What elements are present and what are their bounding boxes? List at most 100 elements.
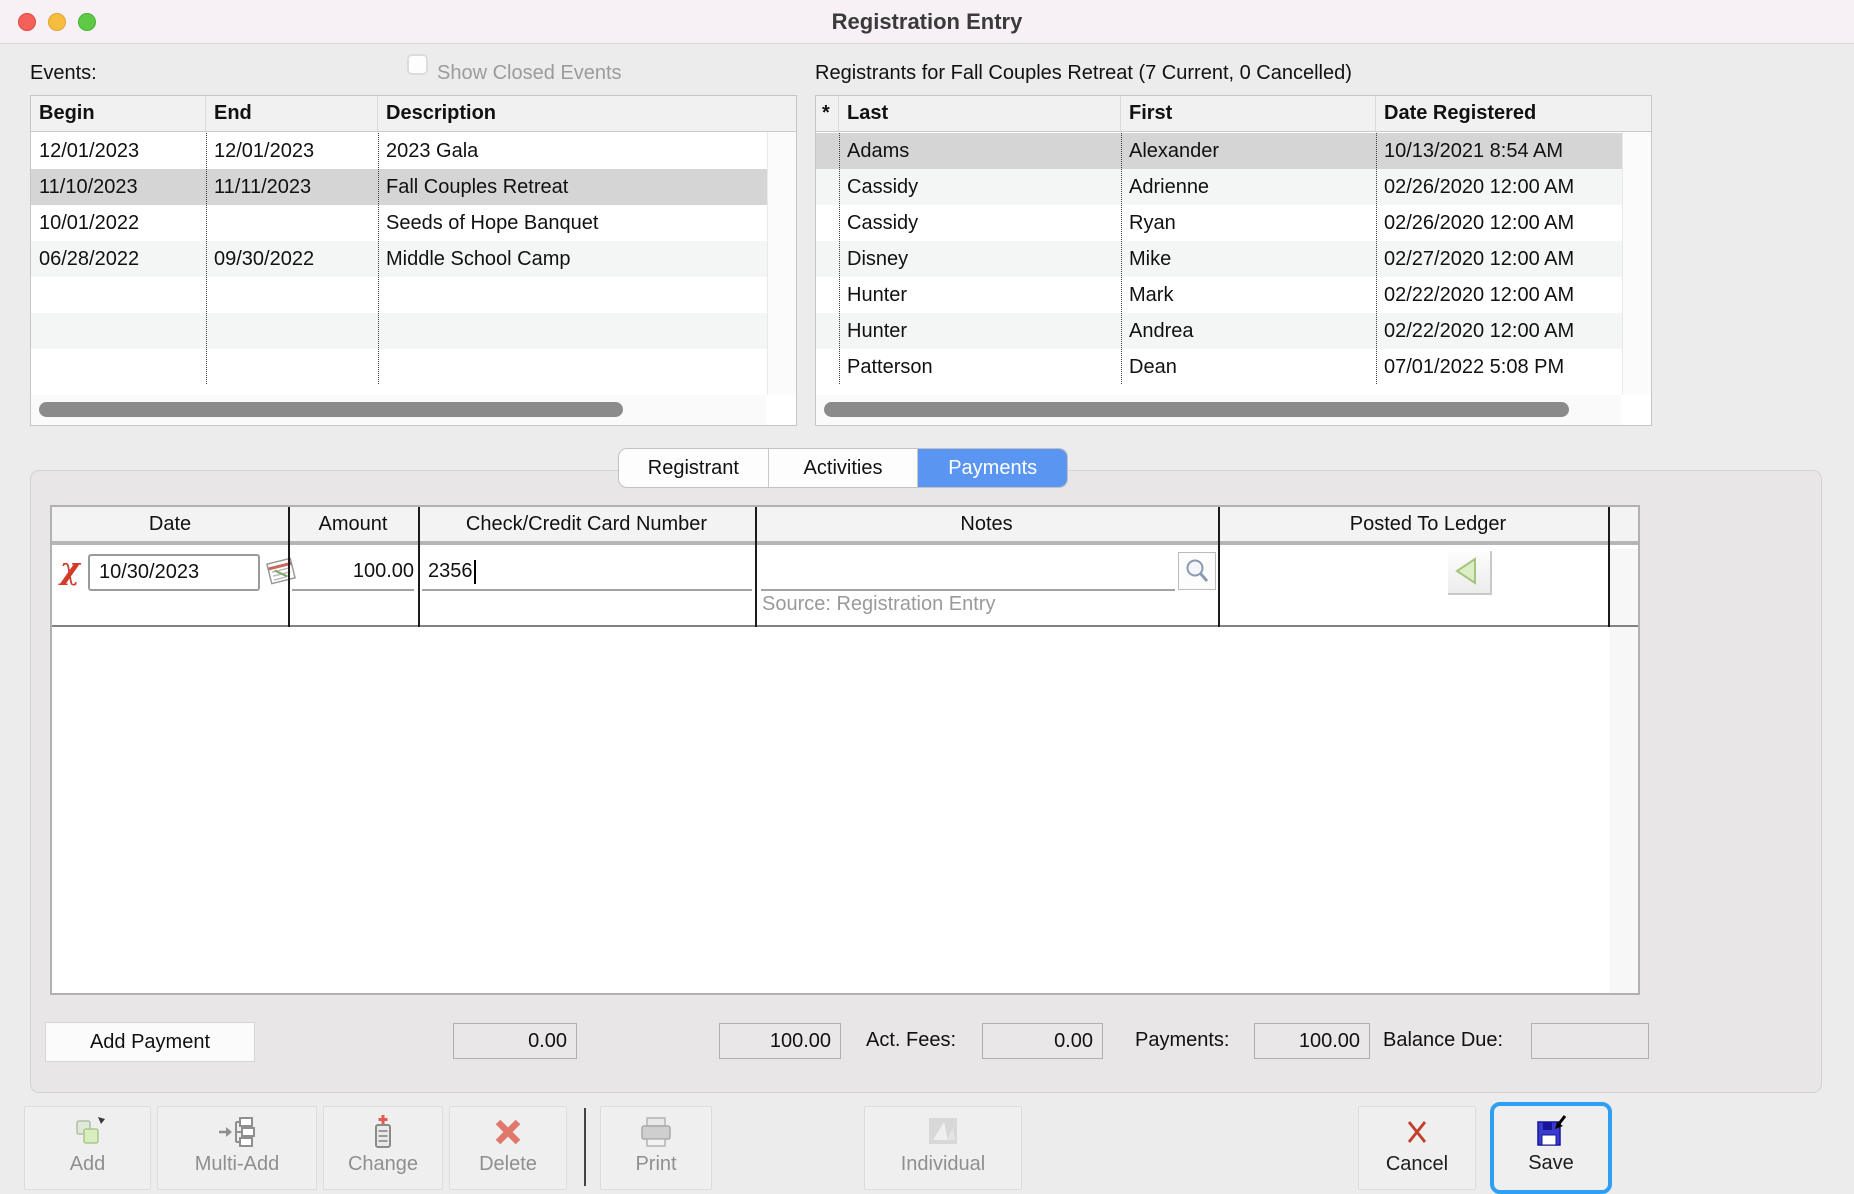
cancel-button[interactable]: Cancel [1358, 1106, 1476, 1190]
act-fees-label: Act. Fees: [866, 1029, 956, 1052]
column-header-notes: Notes [755, 507, 1218, 541]
column-divider [839, 133, 840, 384]
tab-payments[interactable]: Payments [918, 449, 1067, 487]
vertical-scrollbar-track[interactable] [1622, 132, 1651, 395]
events-table-body: 12/01/202312/01/20232023 Gala11/10/20231… [31, 133, 796, 385]
delete-payment-icon[interactable]: χ [60, 555, 80, 585]
show-closed-label: Show Closed Events [437, 62, 622, 85]
table-cell: 02/26/2020 12:00 AM [1376, 169, 1651, 205]
vertical-scrollbar-track[interactable] [767, 132, 796, 395]
change-icon [324, 1111, 442, 1153]
change-button[interactable]: Change [323, 1106, 443, 1190]
table-row[interactable]: HunterMark02/22/2020 12:00 AM [816, 277, 1651, 313]
posted-to-ledger-button[interactable] [1448, 551, 1492, 595]
column-header-begin[interactable]: Begin [31, 96, 206, 131]
column-header-star[interactable]: * [816, 96, 839, 131]
payments-total-field: 100.00 [1254, 1023, 1370, 1059]
column-divider [1376, 133, 1377, 384]
horizontal-scrollbar-track[interactable] [816, 395, 1621, 425]
column-divider [1218, 507, 1220, 627]
table-cell [816, 313, 839, 349]
vertical-scrollbar-track[interactable] [1610, 549, 1638, 993]
table-row[interactable]: 11/10/202311/11/2023Fall Couples Retreat [31, 169, 796, 205]
table-row[interactable]: CassidyAdrienne02/26/2020 12:00 AM [816, 169, 1651, 205]
table-cell: 10/01/2022 [31, 205, 206, 241]
balance-due-field [1531, 1023, 1649, 1059]
subtotal-left-field: 0.00 [453, 1023, 577, 1059]
tab-activities[interactable]: Activities [769, 449, 919, 487]
horizontal-scrollbar-thumb[interactable] [824, 402, 1569, 417]
table-cell [378, 313, 796, 349]
table-cell: Cassidy [839, 169, 1121, 205]
delete-button[interactable]: Delete [449, 1106, 567, 1190]
table-row[interactable]: PattersonDean07/01/2022 5:08 PM [816, 349, 1651, 385]
column-header-first[interactable]: First [1121, 96, 1376, 131]
table-cell: Hunter [839, 277, 1121, 313]
column-header-end[interactable]: End [206, 96, 378, 131]
horizontal-scrollbar-track[interactable] [31, 395, 766, 425]
table-cell: 12/01/2023 [206, 133, 378, 169]
table-cell: 07/01/2022 5:08 PM [1376, 349, 1651, 385]
table-cell: 02/27/2020 12:00 AM [1376, 241, 1651, 277]
column-header-amount: Amount [288, 507, 418, 541]
payment-check-number-input[interactable]: 2356 [422, 554, 752, 591]
column-header-last[interactable]: Last [839, 96, 1121, 131]
table-cell [206, 277, 378, 313]
print-button[interactable]: Print [600, 1106, 712, 1190]
table-row[interactable]: CassidyRyan02/26/2020 12:00 AM [816, 205, 1651, 241]
column-divider [418, 507, 420, 627]
table-cell [206, 313, 378, 349]
events-label: Events: [30, 62, 97, 85]
table-cell [378, 277, 796, 313]
add-payment-button[interactable]: Add Payment [45, 1022, 255, 1062]
table-cell: 2023 Gala [378, 133, 796, 169]
delete-x-icon [450, 1111, 566, 1153]
table-cell [378, 349, 796, 385]
table-cell: 06/28/2022 [31, 241, 206, 277]
ledger-triangle-icon [1451, 554, 1487, 590]
payment-date-input[interactable]: 10/30/2023 [88, 554, 260, 591]
table-row[interactable]: AdamsAlexander10/13/2021 8:54 AM [816, 133, 1651, 169]
table-cell: 11/10/2023 [31, 169, 206, 205]
table-row[interactable]: 10/01/2022 Seeds of Hope Banquet [31, 205, 796, 241]
notes-search-button[interactable] [1178, 552, 1216, 590]
detail-tabbar: Registrant Activities Payments [618, 448, 1068, 488]
horizontal-scrollbar-thumb[interactable] [39, 402, 623, 417]
table-row[interactable]: 06/28/202209/30/2022Middle School Camp [31, 241, 796, 277]
payments-table: Date Amount Check/Credit Card Number Not… [50, 505, 1640, 995]
registrants-title: Registrants for Fall Couples Retreat (7 … [815, 62, 1352, 85]
column-divider [1121, 133, 1122, 384]
table-cell: 10/13/2021 8:54 AM [1376, 133, 1651, 169]
table-cell [31, 349, 206, 385]
column-header-check-number: Check/Credit Card Number [418, 507, 755, 541]
table-cell: Ryan [1121, 205, 1376, 241]
tab-registrant[interactable]: Registrant [619, 449, 769, 487]
multi-add-button[interactable]: Multi-Add [157, 1106, 317, 1190]
column-header-description[interactable]: Description [378, 96, 796, 131]
table-cell [816, 241, 839, 277]
table-row[interactable]: HunterAndrea02/22/2020 12:00 AM [816, 313, 1651, 349]
registrants-table-header: * Last First Date Registered [816, 96, 1651, 132]
table-cell: Adams [839, 133, 1121, 169]
table-row[interactable]: DisneyMike02/27/2020 12:00 AM [816, 241, 1651, 277]
table-row[interactable] [31, 349, 796, 385]
table-cell: Cassidy [839, 205, 1121, 241]
save-button[interactable]: Save [1490, 1102, 1612, 1194]
payment-amount-input[interactable]: 100.00 [292, 554, 414, 591]
registrants-table-body: AdamsAlexander10/13/2021 8:54 AMCassidyA… [816, 133, 1651, 385]
table-row[interactable]: 12/01/202312/01/20232023 Gala [31, 133, 796, 169]
table-cell [206, 349, 378, 385]
add-button[interactable]: Add [24, 1106, 151, 1190]
show-closed-checkbox[interactable] [407, 54, 428, 75]
individual-button[interactable]: Individual [864, 1106, 1022, 1190]
column-divider [288, 507, 290, 627]
table-row[interactable] [31, 277, 796, 313]
events-table: Begin End Description 12/01/202312/01/20… [30, 95, 797, 426]
column-header-date-registered[interactable]: Date Registered [1376, 96, 1651, 131]
payment-notes-input[interactable] [761, 554, 1175, 591]
table-cell [816, 349, 839, 385]
individual-icon [865, 1111, 1021, 1153]
table-cell: Seeds of Hope Banquet [378, 205, 796, 241]
table-row[interactable] [31, 313, 796, 349]
table-cell: Patterson [839, 349, 1121, 385]
